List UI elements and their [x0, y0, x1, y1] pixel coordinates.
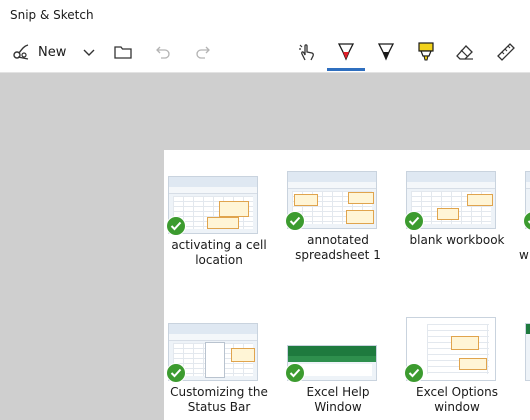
highlighter-button[interactable]	[413, 32, 439, 72]
file-label: Customizing the Status Bar	[170, 385, 268, 414]
folder-icon	[114, 46, 132, 59]
snip-icon	[13, 44, 29, 60]
eraser-icon	[456, 45, 473, 60]
undo-button[interactable]	[150, 32, 176, 72]
ballpoint-pen-button[interactable]	[333, 32, 359, 72]
file-label: Excel Options window	[416, 385, 498, 414]
title-bar: Snip & Sketch	[0, 0, 530, 32]
eraser-button[interactable]	[452, 32, 478, 72]
touch-writing-button[interactable]	[294, 32, 320, 72]
screenshot-content: activating a cell location annotated spr…	[164, 150, 530, 420]
canvas-area[interactable]: activating a cell location annotated spr…	[0, 73, 530, 420]
new-dropdown-button[interactable]	[78, 32, 100, 72]
file-label: Excel Help Window	[306, 385, 370, 414]
toolbar: New	[0, 32, 530, 73]
file-label: annotated spreadsheet 1	[295, 233, 381, 262]
open-file-button[interactable]	[110, 32, 136, 72]
chevron-down-icon	[83, 49, 95, 56]
highlighter-icon	[418, 42, 434, 61]
pencil-button[interactable]	[373, 32, 399, 72]
check-icon	[166, 216, 186, 236]
check-icon	[166, 363, 186, 383]
file-thumbnail	[525, 323, 530, 381]
window-title: Snip & Sketch	[10, 8, 94, 22]
file-label: w	[519, 248, 529, 262]
ruler-button[interactable]	[493, 32, 519, 72]
touch-writing-icon	[299, 44, 314, 61]
redo-icon	[196, 46, 210, 59]
new-snip-button[interactable]: New	[6, 32, 72, 72]
new-label: New	[38, 44, 67, 60]
ruler-icon	[497, 43, 515, 61]
check-icon	[285, 211, 305, 231]
check-icon	[404, 211, 424, 231]
file-label: activating a cell location	[171, 238, 267, 267]
file-label: blank workbook	[409, 233, 505, 247]
check-icon	[404, 363, 424, 383]
ballpoint-pen-icon	[338, 43, 354, 61]
pencil-icon	[378, 43, 394, 61]
redo-button[interactable]	[190, 32, 216, 72]
undo-icon	[156, 46, 170, 59]
active-tool-indicator	[327, 68, 365, 71]
check-icon	[285, 363, 305, 383]
